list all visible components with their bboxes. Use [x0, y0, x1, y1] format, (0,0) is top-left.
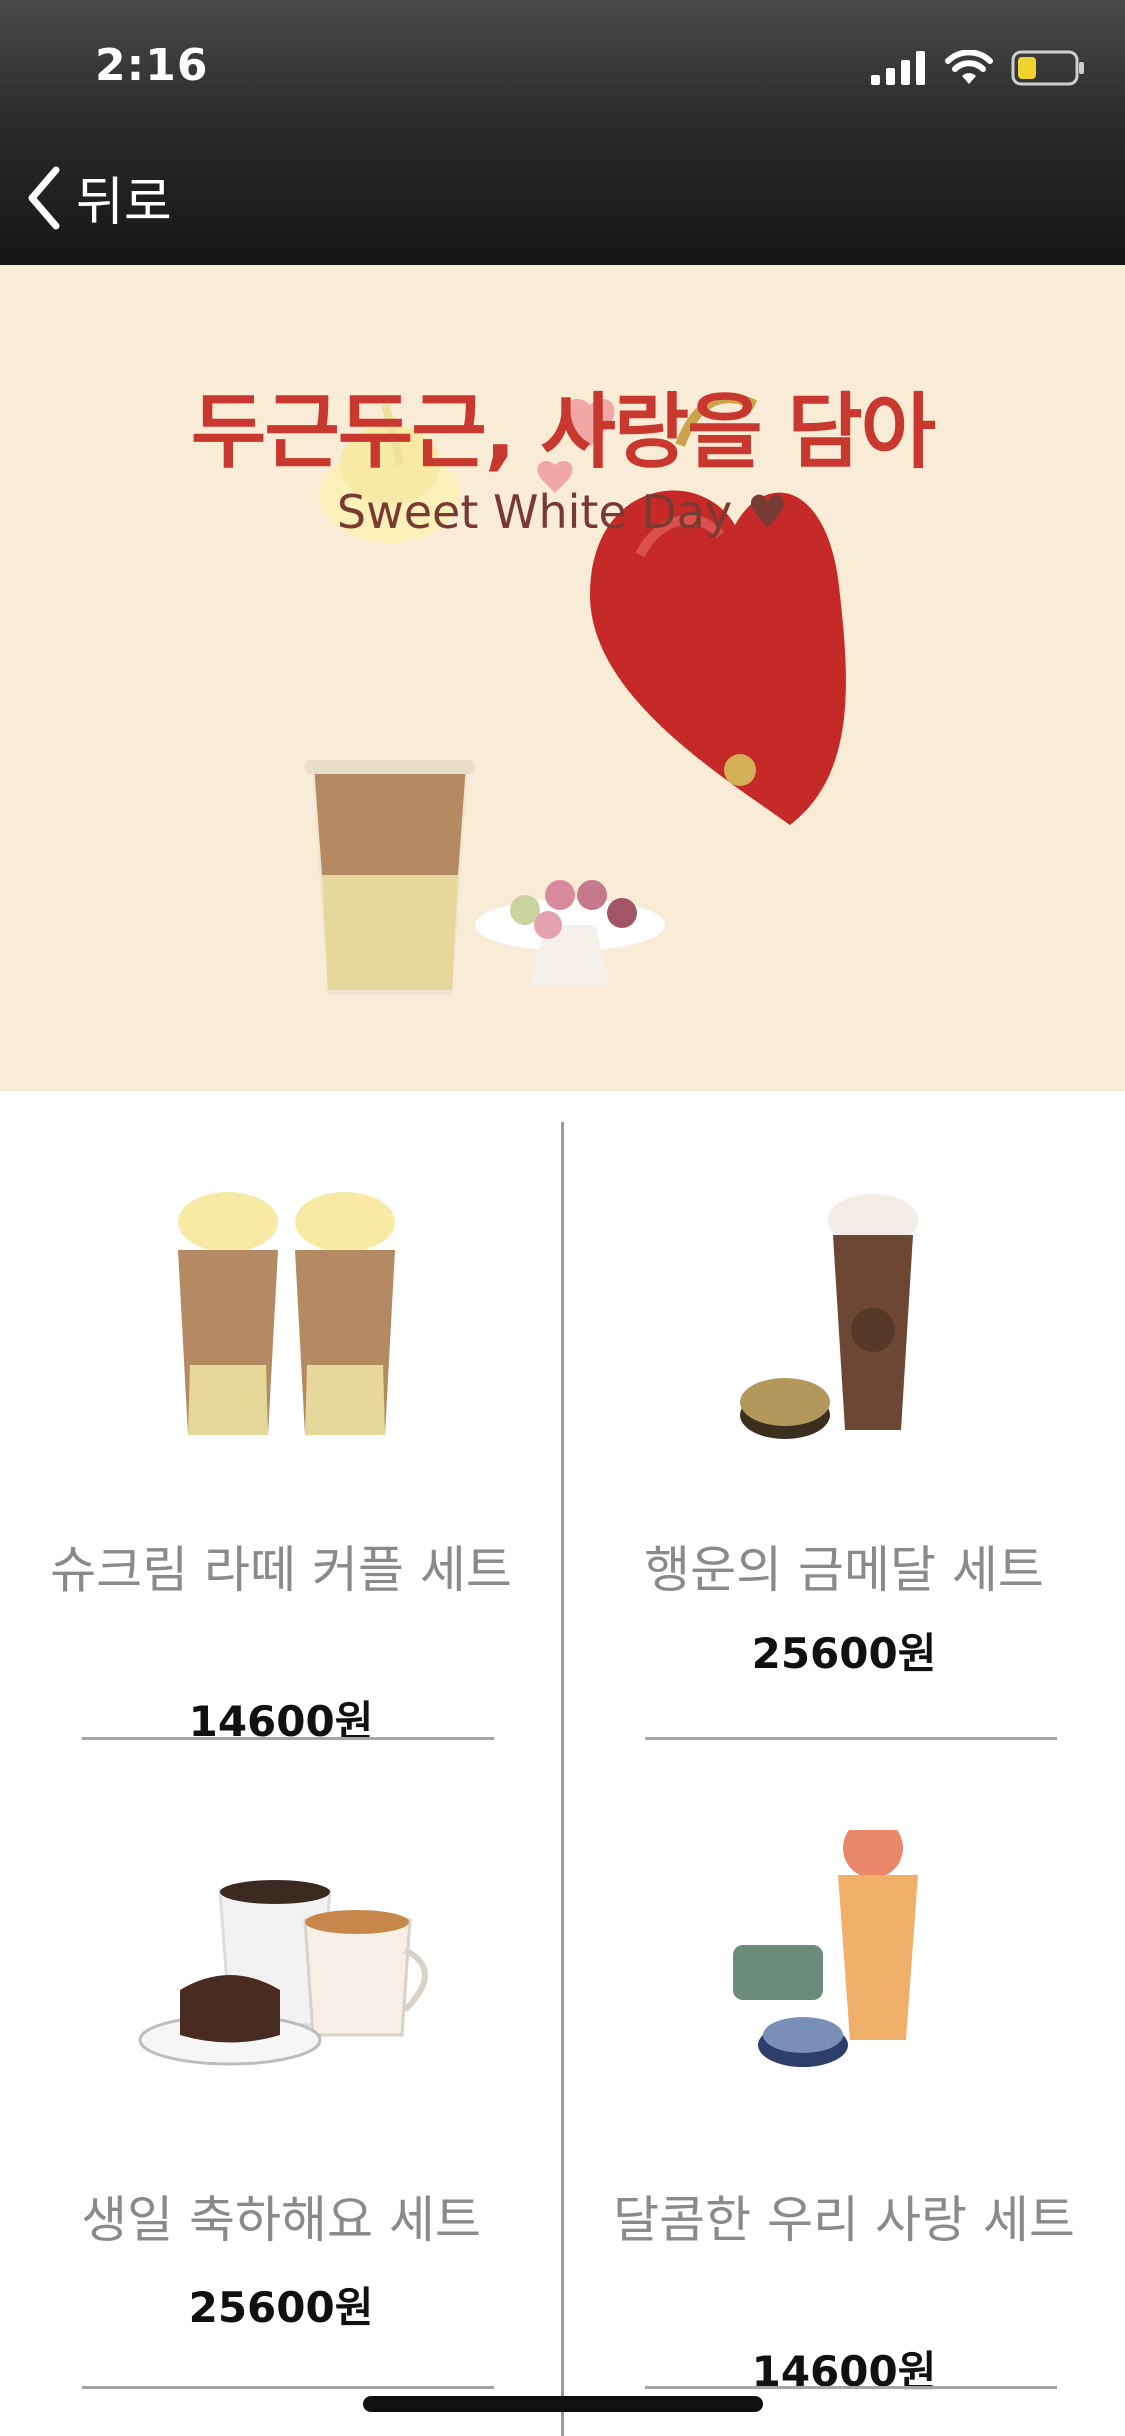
app-header: 2:16 뒤로: [0, 0, 1125, 265]
product-card[interactable]: 생일 축하해요 세트 25600원: [0, 1830, 562, 2396]
product-price: 14600원: [751, 2347, 937, 2396]
home-indicator[interactable]: [363, 2396, 763, 2412]
product-image: [733, 1830, 918, 2067]
back-label: 뒤로: [76, 173, 172, 233]
product-name: 달콤한 우리 사랑 세트: [613, 2191, 1075, 2249]
product-underline: [645, 1737, 1057, 1740]
chevron-left-icon: [28, 166, 60, 229]
product-name: 슈크림 라떼 커플 세트: [50, 1541, 512, 1599]
wifi-icon: [945, 50, 993, 84]
banner-title: 두근두근, 사랑을 담아: [190, 385, 936, 480]
product-underline: [82, 2386, 494, 2389]
product-image: [740, 1194, 918, 1439]
promo-banner[interactable]: 두근두근, 사랑을 담아 Sweet White Day ♥: [0, 265, 1125, 1091]
product-image: [178, 1192, 395, 1435]
product-price: 25600원: [188, 2283, 374, 2332]
product-card[interactable]: 행운의 금메달 세트 25600원: [563, 1180, 1125, 1740]
status-time: 2:16: [95, 40, 209, 91]
back-button[interactable]: 뒤로: [24, 160, 172, 235]
product-name: 행운의 금메달 세트: [644, 1541, 1044, 1599]
product-card[interactable]: 슈크림 라떼 커플 세트 14600원: [0, 1180, 562, 1746]
product-price: 25600원: [751, 1629, 937, 1678]
battery-icon: [1011, 50, 1084, 86]
cellular-signal-icon: [871, 51, 925, 85]
product-image: [138, 1880, 428, 2066]
status-icons: [871, 48, 1085, 88]
product-card[interactable]: 달콤한 우리 사랑 세트 14600원: [563, 1830, 1125, 2396]
product-name: 생일 축하해요 세트: [81, 2191, 481, 2249]
banner-subtitle: Sweet White Day ♥: [336, 485, 789, 539]
product-underline: [82, 1737, 494, 1740]
product-underline: [645, 2386, 1057, 2389]
